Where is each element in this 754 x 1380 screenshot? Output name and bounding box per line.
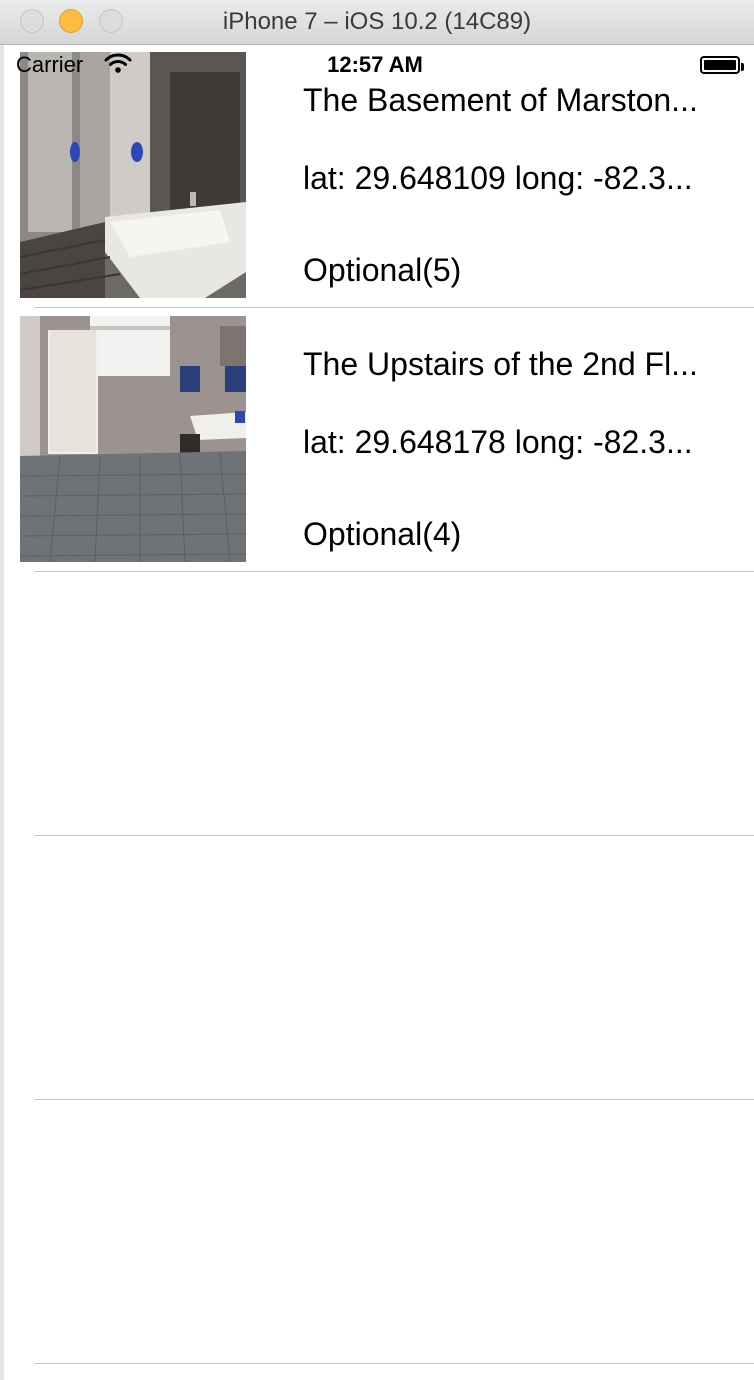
row-coordinates: lat: 29.648109 long: -82.3...: [303, 160, 693, 196]
restroom-photo: [20, 316, 246, 562]
row-coordinates: lat: 29.648178 long: -82.3...: [303, 424, 693, 460]
status-time-text: 12:57 AM: [327, 52, 423, 77]
battery-cap: [741, 63, 744, 71]
row-rating: Optional(5): [303, 252, 462, 288]
row-separator: [34, 1363, 754, 1364]
empty-table-row: [4, 836, 754, 1100]
restroom-photo: [20, 52, 246, 298]
battery-body: [700, 56, 744, 74]
status-time: 12:57 AM: [4, 52, 754, 78]
ios-status-bar: Carrier 12:57 AM: [4, 46, 754, 86]
empty-table-row: [4, 572, 754, 836]
battery-fill: [704, 60, 736, 70]
simulator-titlebar: iPhone 7 – iOS 10.2 (14C89): [0, 0, 754, 45]
row-title: The Basement of Marston...: [303, 82, 698, 118]
empty-table-row: [4, 1100, 754, 1364]
battery-icon: [700, 56, 744, 74]
window-title: iPhone 7 – iOS 10.2 (14C89): [222, 8, 532, 35]
table-row[interactable]: The Upstairs of the 2nd Fl... lat: 29.64…: [4, 308, 754, 572]
restroom-table-view[interactable]: The Basement of Marston... lat: 29.64810…: [4, 44, 754, 1380]
row-rating: Optional(4): [303, 516, 462, 552]
row-title: The Upstairs of the 2nd Fl...: [303, 346, 698, 382]
